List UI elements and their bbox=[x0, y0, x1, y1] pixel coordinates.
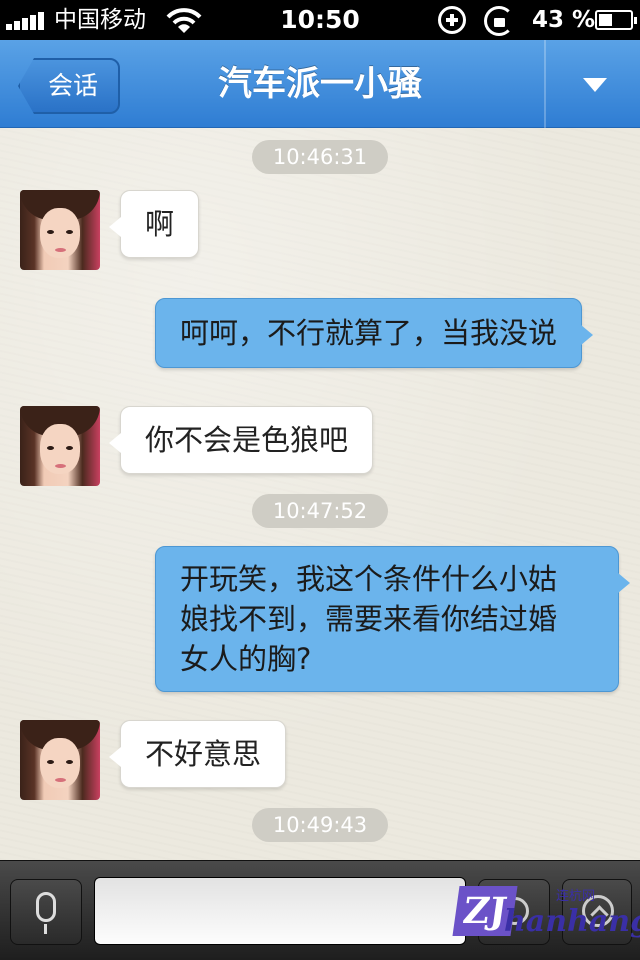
contact-avatar[interactable] bbox=[20, 190, 100, 270]
dropdown-arrow-icon bbox=[583, 78, 607, 92]
timestamp: 10:46:31 bbox=[252, 140, 388, 174]
conversation-title: 汽车派一小骚 bbox=[218, 64, 422, 104]
incoming-message[interactable]: 不好意思 bbox=[108, 720, 287, 788]
message-input[interactable] bbox=[94, 877, 466, 945]
watermark-brand: hanhang bbox=[504, 904, 640, 939]
battery-percentage: 43 % bbox=[532, 7, 596, 33]
contact-avatar[interactable] bbox=[20, 406, 100, 486]
navigation-bar: 会话 汽车派一小骚 bbox=[0, 40, 640, 128]
message-line: 开玩笑，我这个条件什么小姑 bbox=[180, 562, 558, 596]
message-line: 女人的胸? bbox=[180, 642, 312, 676]
watermark-small-text: 连杭网 bbox=[556, 889, 596, 904]
outgoing-message[interactable]: 开玩笑，我这个条件什么小姑 娘找不到，需要来看你结过婚 女人的胸? bbox=[155, 546, 630, 692]
plus-circle-icon bbox=[438, 6, 466, 34]
battery-icon bbox=[595, 10, 637, 30]
watermark-logo: ZJ 连杭网 hanhang bbox=[452, 868, 640, 956]
microphone-icon bbox=[36, 892, 56, 922]
timestamp: 10:49:43 bbox=[252, 808, 388, 842]
incoming-message[interactable]: 啊 bbox=[108, 190, 200, 258]
chat-area[interactable]: 10:46:31 啊 呵呵，不行就算了，当我没说 你不会是色狼吧 10:47:5… bbox=[0, 128, 640, 860]
outgoing-message[interactable]: 呵呵，不行就算了，当我没说 bbox=[155, 298, 594, 368]
rotation-lock-icon bbox=[484, 6, 514, 36]
incoming-message[interactable]: 你不会是色狼吧 bbox=[108, 406, 374, 474]
contact-avatar[interactable] bbox=[20, 720, 100, 800]
back-button[interactable]: 会话 bbox=[18, 58, 120, 114]
timestamp: 10:47:52 bbox=[252, 494, 388, 528]
message-line: 娘找不到，需要来看你结过婚 bbox=[180, 602, 558, 636]
status-bar: 中国移动 10:50 43 % bbox=[0, 0, 640, 40]
dropdown-button[interactable] bbox=[546, 40, 640, 128]
voice-button[interactable] bbox=[10, 879, 82, 945]
